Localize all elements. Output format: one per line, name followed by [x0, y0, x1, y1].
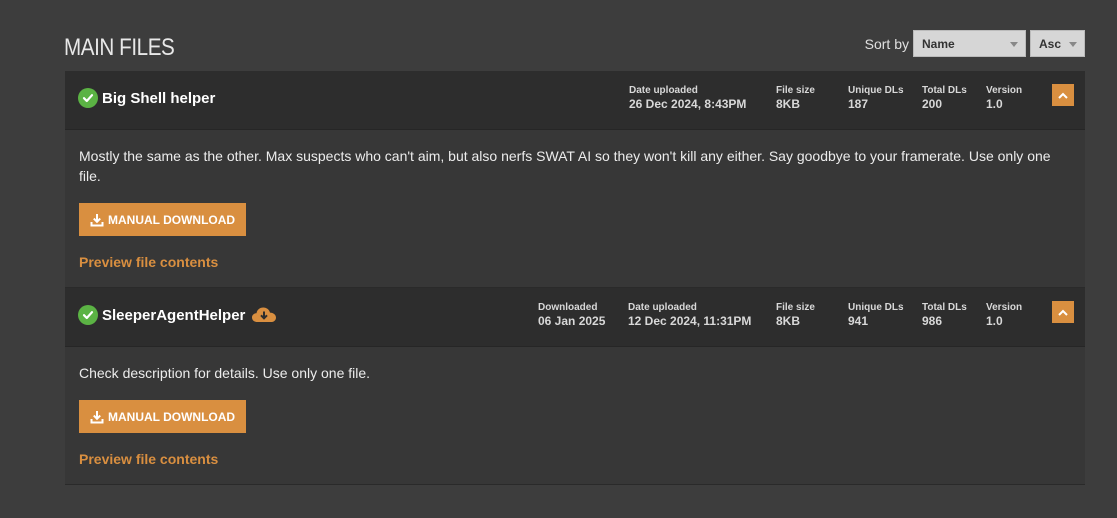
download-icon	[90, 213, 104, 226]
version-label: Version	[986, 302, 1023, 313]
file-size-label: File size	[776, 302, 815, 313]
version-stat: Version 1.0	[986, 85, 1022, 111]
total-dls-value: 200	[922, 97, 943, 111]
file-title: SleeperAgentHelper	[78, 305, 277, 325]
file-body: Mostly the same as the other. Max suspec…	[65, 130, 1085, 287]
section-title: MAIN FILES	[64, 34, 175, 61]
chevron-up-icon	[1058, 92, 1068, 99]
file-size-stat: File size 8KB	[776, 302, 815, 328]
file-header[interactable]: SleeperAgentHelper Downloaded 06 Jan 202…	[65, 288, 1085, 347]
total-dls-label: Total DLs	[922, 85, 967, 96]
manual-download-button[interactable]: MANUAL DOWNLOAD	[79, 400, 247, 433]
preview-file-contents-link[interactable]: Preview file contents	[79, 451, 1071, 467]
file-size-label: File size	[776, 85, 815, 96]
file-title: Big Shell helper	[78, 88, 215, 108]
checkmark-icon	[78, 305, 98, 325]
version-value: 1.0	[986, 314, 1003, 328]
manual-download-label: MANUAL DOWNLOAD	[108, 212, 236, 227]
version-value: 1.0	[986, 97, 1003, 111]
chevron-up-icon	[1058, 309, 1068, 316]
file-name: Big Shell helper	[102, 89, 216, 107]
file-item: SleeperAgentHelper Downloaded 06 Jan 202…	[65, 288, 1085, 485]
total-dls-stat: Total DLs 200	[922, 85, 967, 111]
file-size-value: 8KB	[776, 314, 801, 328]
total-dls-stat: Total DLs 986	[922, 302, 967, 328]
downloaded-stat: Downloaded 06 Jan 2025	[538, 302, 605, 328]
total-dls-value: 986	[922, 314, 943, 328]
sort-field-value: Name	[922, 36, 955, 51]
unique-dls-label: Unique DLs	[848, 302, 904, 313]
sort-label: Sort by	[864, 35, 909, 52]
file-description: Check description for details. Use only …	[79, 365, 371, 381]
manual-download-button[interactable]: MANUAL DOWNLOAD	[79, 203, 247, 236]
collapse-button[interactable]	[1052, 301, 1074, 323]
chevron-down-icon	[1010, 42, 1018, 47]
file-item: Big Shell helper Date uploaded 26 Dec 20…	[65, 71, 1085, 288]
file-name: SleeperAgentHelper	[102, 306, 246, 324]
date-uploaded-stat: Date uploaded 26 Dec 2024, 8:43PM	[629, 85, 746, 111]
downloaded-value: 06 Jan 2025	[538, 314, 606, 328]
date-uploaded-label: Date uploaded	[628, 302, 697, 313]
sort-bar: Sort by Name Asc	[865, 30, 1085, 57]
sort-order-value: Asc	[1039, 36, 1062, 51]
file-list: Big Shell helper Date uploaded 26 Dec 20…	[65, 71, 1085, 485]
total-dls-label: Total DLs	[922, 302, 967, 313]
date-uploaded-label: Date uploaded	[629, 85, 698, 96]
file-size-stat: File size 8KB	[776, 85, 815, 111]
version-label: Version	[986, 85, 1023, 96]
file-header[interactable]: Big Shell helper Date uploaded 26 Dec 20…	[65, 71, 1085, 130]
checkmark-icon	[78, 88, 98, 108]
date-uploaded-value: 12 Dec 2024, 11:31PM	[628, 314, 752, 328]
manual-download-label: MANUAL DOWNLOAD	[108, 409, 236, 424]
unique-dls-value: 187	[848, 97, 869, 111]
version-stat: Version 1.0	[986, 302, 1022, 328]
unique-dls-stat: Unique DLs 187	[848, 85, 904, 111]
unique-dls-stat: Unique DLs 941	[848, 302, 904, 328]
file-description: Mostly the same as the other. Max suspec…	[79, 148, 1051, 184]
file-size-value: 8KB	[776, 97, 801, 111]
date-uploaded-stat: Date uploaded 12 Dec 2024, 11:31PM	[628, 302, 751, 328]
date-uploaded-value: 26 Dec 2024, 8:43PM	[629, 97, 747, 111]
file-body: Check description for details. Use only …	[65, 347, 1085, 484]
download-icon	[90, 410, 104, 423]
collapse-button[interactable]	[1052, 84, 1074, 106]
chevron-down-icon	[1069, 42, 1077, 47]
downloaded-label: Downloaded	[538, 302, 598, 313]
unique-dls-label: Unique DLs	[848, 85, 904, 96]
sort-order-select[interactable]: Asc	[1030, 30, 1085, 57]
unique-dls-value: 941	[848, 314, 869, 328]
sort-field-select[interactable]: Name	[913, 30, 1026, 57]
cloud-download-icon	[251, 306, 277, 324]
preview-file-contents-link[interactable]: Preview file contents	[79, 254, 1071, 270]
